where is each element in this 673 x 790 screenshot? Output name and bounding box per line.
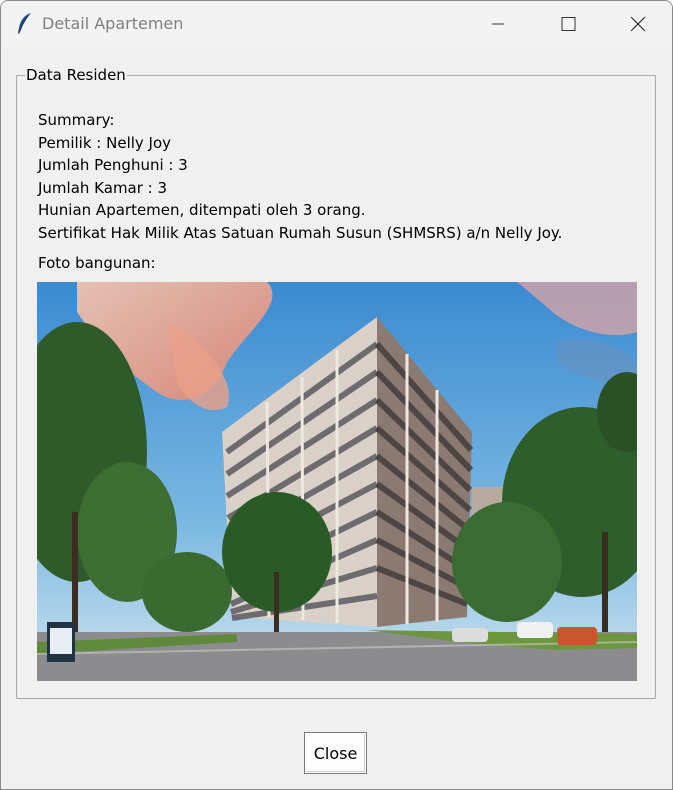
title-bar[interactable]: Detail Apartemen: [1, 1, 672, 47]
summary-heading: Summary:: [38, 111, 115, 129]
minimize-button[interactable]: [475, 1, 521, 47]
close-icon: [630, 16, 646, 32]
close-button[interactable]: Close: [304, 732, 367, 774]
description-line: Hunian Apartemen, ditempati oleh 3 orang…: [38, 201, 366, 220]
owner-line: Pemilik : Nelly Joy: [38, 133, 172, 152]
building-photo: [37, 282, 637, 681]
summary-text: Summary: Pemilik : Nelly Joy Jumlah Peng…: [38, 109, 562, 245]
rooms-line: Jumlah Kamar : 3: [38, 178, 168, 197]
certificate-line: Sertifikat Hak Milik Atas Satuan Rumah S…: [38, 223, 563, 242]
group-label: Data Residen: [25, 66, 127, 84]
app-window: Detail Apartemen Data Residen Summary: P…: [0, 0, 673, 790]
building-image: [37, 282, 637, 681]
maximize-button[interactable]: [545, 1, 591, 47]
maximize-icon: [561, 17, 576, 31]
close-window-button[interactable]: [615, 1, 661, 47]
feather-icon: [15, 12, 35, 36]
occupants-line: Jumlah Penghuni : 3: [38, 156, 188, 175]
minimize-icon: [492, 23, 504, 25]
photo-label: Foto bangunan:: [38, 254, 156, 272]
window-title: Detail Apartemen: [42, 14, 184, 33]
